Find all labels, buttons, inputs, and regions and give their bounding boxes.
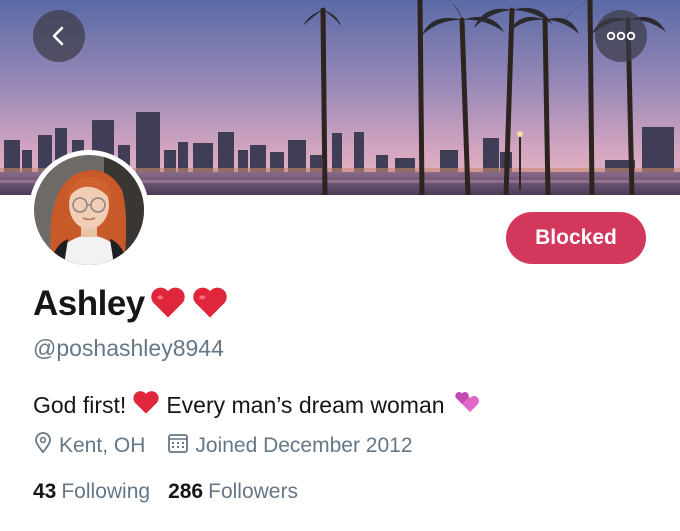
chevron-left-icon <box>52 26 64 46</box>
location-text: Kent, OH <box>59 434 146 457</box>
profile-stats: 43 Following 286 Followers <box>33 480 316 504</box>
two-hearts-icon <box>451 388 481 422</box>
followers-count: 286 <box>168 480 204 503</box>
location-pin-icon <box>33 432 53 460</box>
calendar-icon <box>167 432 189 460</box>
location-item: Kent, OH <box>33 432 145 460</box>
bio-text-1: God first! <box>33 391 127 418</box>
blocked-button[interactable]: Blocked <box>506 212 646 264</box>
profile-handle: @poshashley8944 <box>33 335 224 361</box>
more-icon <box>606 31 636 41</box>
bio-text-2: Every man’s dream woman <box>166 391 445 418</box>
red-heart-icon <box>149 285 187 324</box>
avatar-photo <box>34 155 144 265</box>
red-heart-icon <box>132 389 160 421</box>
profile-meta: Kent, OH Joined December 2012 <box>33 432 435 460</box>
joined-text: Joined December 2012 <box>195 434 413 457</box>
profile-name-row: Ashley <box>33 284 229 324</box>
joined-item: Joined December 2012 <box>167 432 413 460</box>
more-options-button[interactable] <box>595 10 647 62</box>
followers-label: Followers <box>208 480 298 503</box>
following-label: Following <box>61 480 151 503</box>
profile-bio: God first! Every man’s dream woman <box>33 388 487 422</box>
display-name: Ashley <box>33 284 145 323</box>
avatar[interactable] <box>29 150 149 270</box>
back-button[interactable] <box>33 10 85 62</box>
red-heart-icon <box>191 285 229 324</box>
followers-link[interactable]: 286 Followers <box>168 480 298 504</box>
following-link[interactable]: 43 Following <box>33 480 150 504</box>
following-count: 43 <box>33 480 57 503</box>
